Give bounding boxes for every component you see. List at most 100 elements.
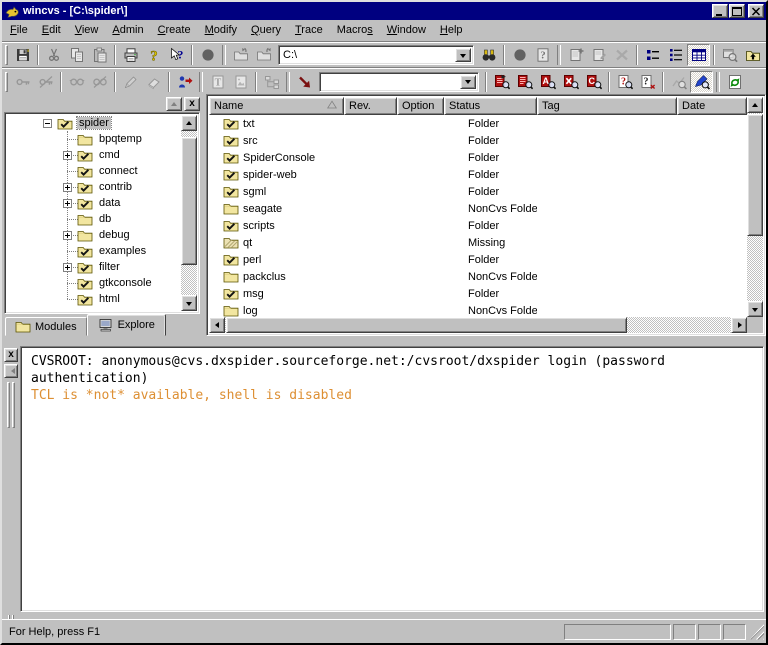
context-help-button[interactable]: ?: [165, 44, 188, 66]
command-combo[interactable]: [319, 72, 479, 92]
toolbar-gripper[interactable]: [5, 45, 8, 65]
minimize-button[interactable]: [712, 4, 728, 18]
query-diff-button[interactable]: [559, 71, 582, 93]
query-update-button[interactable]: [490, 71, 513, 93]
browse-path-combo-dropdown-button[interactable]: [455, 48, 471, 62]
table-row-src[interactable]: srcFolder: [209, 132, 747, 149]
query-log-button[interactable]: [513, 71, 536, 93]
menu-admin[interactable]: Admin: [105, 22, 150, 39]
view-list-button[interactable]: [641, 44, 664, 66]
expand-box-icon[interactable]: [63, 231, 72, 240]
console-close-button[interactable]: x: [4, 348, 18, 362]
column-header-status[interactable]: Status: [444, 97, 537, 115]
browse-path-combo[interactable]: C:\: [278, 45, 474, 65]
menu-macros[interactable]: Macros: [330, 22, 380, 39]
menu-trace[interactable]: Trace: [288, 22, 330, 39]
table-row-perl[interactable]: perlFolder: [209, 251, 747, 268]
expand-box-icon[interactable]: [63, 199, 72, 208]
about-help-button[interactable]: ?: [142, 44, 165, 66]
browse-location-button[interactable]: [477, 44, 500, 66]
expand-box-icon[interactable]: [63, 183, 72, 192]
trace-mode-button[interactable]: [690, 71, 713, 93]
table-row-SpiderConsole[interactable]: SpiderConsoleFolder: [209, 149, 747, 166]
tree-scroll-thumb[interactable]: [181, 137, 197, 265]
column-header-option[interactable]: Option: [397, 97, 444, 115]
list-scroll-right-button[interactable]: [731, 317, 747, 333]
tree-item-cmd[interactable]: cmd: [7, 147, 181, 163]
command-combo-dropdown-button[interactable]: [460, 75, 476, 89]
tree-item-examples[interactable]: examples: [7, 243, 181, 259]
table-row-msg[interactable]: msgFolder: [209, 285, 747, 302]
table-row-spider-web[interactable]: spider-webFolder: [209, 166, 747, 183]
tree-vertical-scrollbar[interactable]: [181, 115, 197, 311]
panel-close-button[interactable]: x: [184, 97, 200, 111]
list-horizontal-scrollbar[interactable]: [209, 317, 747, 333]
tree-item-html[interactable]: html: [7, 291, 181, 307]
menu-modify[interactable]: Modify: [198, 22, 244, 39]
query-commit-button[interactable]: C: [582, 71, 605, 93]
tree-scroll-down-button[interactable]: [181, 295, 197, 311]
list-scroll-left-button[interactable]: [209, 317, 225, 333]
app-icon[interactable]: [4, 4, 20, 19]
table-row-seagate[interactable]: seagateNonCvs Folder: [209, 200, 747, 217]
panel-pin-button[interactable]: [166, 97, 182, 111]
query-cancel-button[interactable]: ?: [636, 71, 659, 93]
list-scroll-up-button[interactable]: [747, 97, 763, 113]
tree-item-db[interactable]: db: [7, 211, 181, 227]
table-row-packclus[interactable]: packclusNonCvs Folder: [209, 268, 747, 285]
console-collapse-button[interactable]: [4, 364, 18, 378]
view-report-button[interactable]: [687, 44, 710, 66]
view-details-button[interactable]: [664, 44, 687, 66]
menu-window[interactable]: Window: [380, 22, 433, 39]
list-scroll-down-button[interactable]: [747, 301, 763, 317]
expand-box-icon[interactable]: [63, 151, 72, 160]
tab-explore[interactable]: Explore: [87, 314, 166, 336]
tree-item-data[interactable]: data: [7, 195, 181, 211]
command-line-button[interactable]: [293, 71, 316, 93]
close-button[interactable]: [748, 4, 764, 18]
column-header-date[interactable]: Date: [677, 97, 747, 115]
console-splitter[interactable]: [2, 336, 766, 346]
table-row-sgml[interactable]: sgmlFolder: [209, 183, 747, 200]
tree-item-gtkconsole[interactable]: gtkconsole: [7, 275, 181, 291]
menu-edit[interactable]: Edit: [35, 22, 68, 39]
tree-item-filter[interactable]: filter: [7, 259, 181, 275]
table-row-qt[interactable]: qtMissing: [209, 234, 747, 251]
toolbar-gripper[interactable]: [5, 72, 8, 92]
column-header-name[interactable]: Name: [209, 97, 344, 115]
command-combo-value[interactable]: [320, 73, 458, 91]
list-vertical-scrollbar[interactable]: [747, 97, 763, 317]
print-button[interactable]: [119, 44, 142, 66]
up-one-level-button[interactable]: [741, 44, 764, 66]
expand-box-icon[interactable]: [63, 263, 72, 272]
column-header-rev[interactable]: Rev.: [344, 97, 397, 115]
titlebar[interactable]: wincvs - [C:\spider\]: [2, 2, 766, 20]
list-scroll-thumb[interactable]: [747, 114, 763, 236]
maximize-button[interactable]: [729, 4, 745, 18]
release-module-button[interactable]: [173, 71, 196, 93]
menu-query[interactable]: Query: [244, 22, 288, 39]
tree-item-debug[interactable]: debug: [7, 227, 181, 243]
menu-help[interactable]: Help: [433, 22, 470, 39]
tree-item-contrib[interactable]: contrib: [7, 179, 181, 195]
query-annotate-button[interactable]: A: [536, 71, 559, 93]
tree-item-spider[interactable]: spider: [7, 115, 181, 131]
table-row-scripts[interactable]: scriptsFolder: [209, 217, 747, 234]
column-header-tag[interactable]: Tag: [537, 97, 677, 115]
console-output[interactable]: CVSROOT: anonymous@cvs.dxspider.sourcefo…: [20, 346, 764, 612]
resize-grip[interactable]: [750, 624, 764, 640]
collapse-box-icon[interactable]: [43, 119, 52, 128]
save-button[interactable]: [11, 44, 34, 66]
table-row-txt[interactable]: txtFolder: [209, 115, 747, 132]
tree-scroll-up-button[interactable]: [181, 115, 197, 131]
browse-path-combo-value[interactable]: C:\: [279, 46, 453, 64]
console-drag-handle[interactable]: [6, 382, 16, 428]
tab-modules[interactable]: Modules: [5, 317, 87, 336]
query-status-button[interactable]: ?: [613, 71, 636, 93]
menu-create[interactable]: Create: [151, 22, 198, 39]
menu-file[interactable]: File: [3, 22, 35, 39]
tree-item-bpqtemp[interactable]: bpqtemp: [7, 131, 181, 147]
list-hscroll-thumb[interactable]: [226, 317, 627, 333]
panel-gripper[interactable]: x: [2, 94, 202, 112]
table-row-log[interactable]: logNonCvs Folder: [209, 302, 747, 317]
